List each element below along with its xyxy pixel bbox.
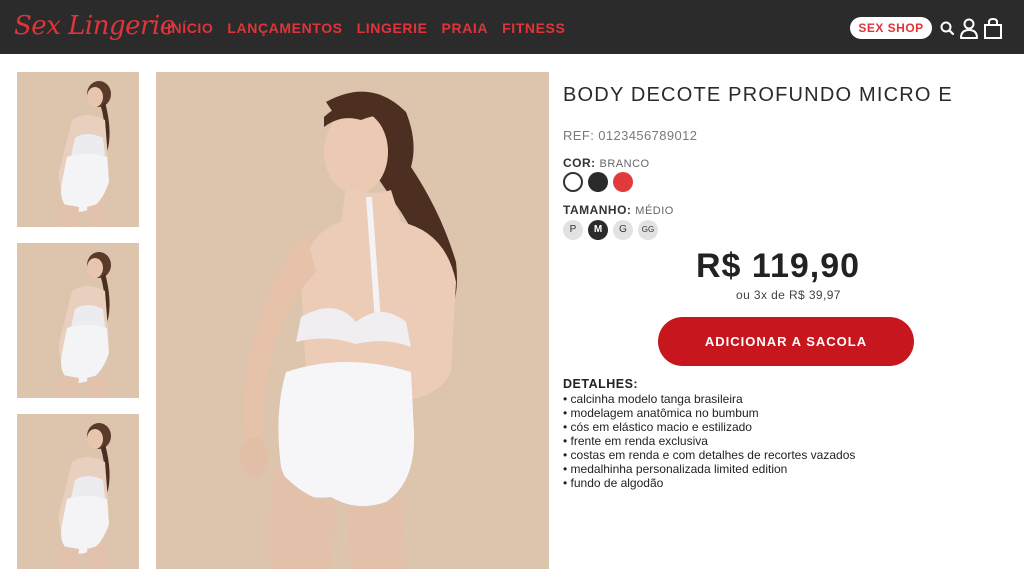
product-thumbnail[interactable] — [17, 243, 139, 398]
product-title: BODY DECOTE PROFUNDO MICRO E — [563, 84, 953, 106]
installments-text: ou 3x de R$ 39,97 — [736, 288, 841, 302]
nav-fitness[interactable]: FITNESS — [502, 19, 565, 37]
list-item: modelagem anatômica no bumbum — [563, 406, 855, 420]
list-item: calcinha modelo tanga brasileira — [563, 392, 855, 406]
list-item: cós em elástico macio e estilizado — [563, 420, 855, 434]
product-main-image[interactable] — [156, 72, 549, 569]
size-option-p[interactable]: P — [563, 220, 583, 240]
thumbnail-image — [17, 243, 139, 398]
details-list: calcinha modelo tanga brasileira modelag… — [563, 392, 856, 490]
size-option-g[interactable]: G — [613, 220, 633, 240]
nav-praia[interactable]: PRAIA — [442, 19, 489, 37]
list-item: fundo de algodão — [563, 476, 855, 490]
size-option-gg[interactable]: GG — [638, 220, 658, 240]
details-title: DETALHES: — [563, 377, 639, 391]
product-price: R$ 119,90 — [696, 247, 861, 285]
site-logo[interactable]: Sex Lingerie — [14, 6, 175, 46]
nav-inicio[interactable]: INÍCIO — [167, 19, 213, 37]
product-thumbnail[interactable] — [17, 72, 139, 227]
logo-text: Sex Lingerie — [14, 11, 175, 41]
size-label: TAMANHO: — [563, 203, 632, 217]
bag-icon[interactable] — [983, 17, 1003, 39]
list-item: medalhinha personalizada limited edition — [563, 462, 855, 476]
color-swatch-preto[interactable] — [588, 172, 608, 192]
nav-lancamentos[interactable]: LANÇAMENTOS — [227, 19, 342, 37]
thumbnail-image — [17, 414, 139, 569]
product-details: DETALHES: calcinha modelo tanga brasilei… — [563, 377, 855, 490]
main-nav: INÍCIO LANÇAMENTOS LINGERIE PRAIA FITNES… — [167, 19, 579, 37]
color-swatch-branco[interactable] — [563, 172, 583, 192]
list-item: frente em renda exclusiva — [563, 434, 855, 448]
product-thumbnail[interactable] — [17, 414, 139, 569]
color-label: COR: — [563, 156, 596, 170]
size-option-m[interactable]: M — [588, 220, 608, 240]
thumbnail-image — [17, 72, 139, 227]
color-swatch-vermelho[interactable] — [613, 172, 633, 192]
color-value: BRANCO — [599, 158, 650, 170]
size-value: MÉDIO — [635, 205, 674, 217]
nav-lingerie[interactable]: LINGERIE — [357, 19, 428, 37]
product-ref: REF: 0123456789012 — [563, 128, 698, 143]
size-label-row: TAMANHO: MÉDIO — [563, 203, 674, 217]
list-item: costas em renda e com detalhes de recort… — [563, 448, 856, 462]
site-header: Sex Lingerie INÍCIO LANÇAMENTOS LINGERIE… — [0, 0, 1024, 54]
user-icon[interactable] — [959, 17, 979, 39]
main-image-illustration — [156, 72, 549, 569]
color-label-row: COR: BRANCO — [563, 156, 650, 170]
search-icon[interactable] — [938, 17, 958, 39]
add-to-bag-button[interactable]: ADICIONAR A SACOLA — [658, 317, 914, 366]
sex-shop-button[interactable]: SEX SHOP — [850, 17, 932, 39]
